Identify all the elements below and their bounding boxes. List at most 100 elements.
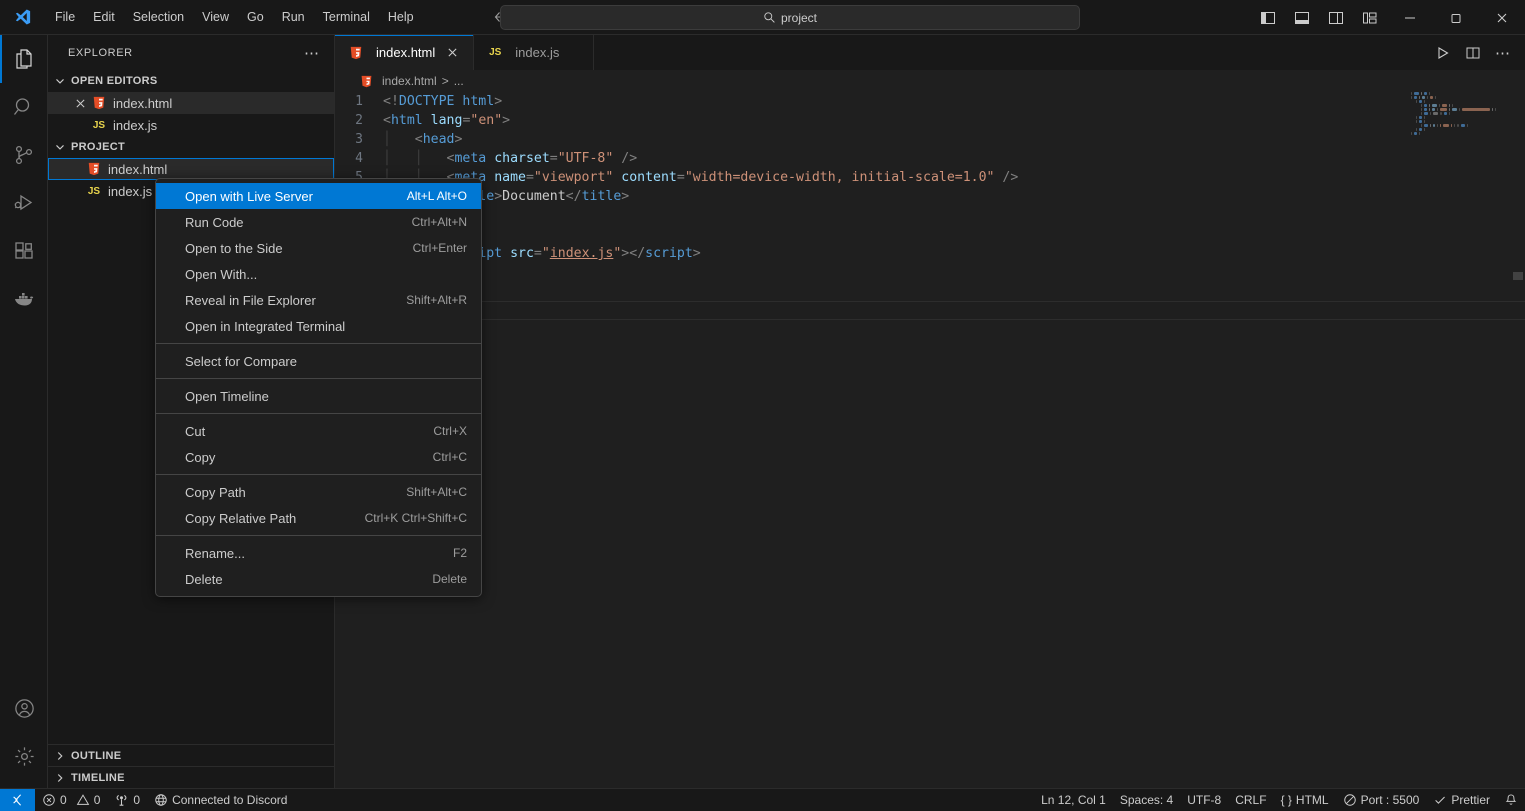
menu-item-select-for-compare[interactable]: Select for Compare bbox=[156, 348, 481, 374]
code-line[interactable]: 9│ │ <script src="index.js"></script> bbox=[335, 244, 1525, 263]
sidebar-item-run-and-debug[interactable] bbox=[0, 179, 48, 227]
toggle-secondary-sidebar-icon[interactable] bbox=[1319, 0, 1353, 35]
code-editor-content[interactable]: 1<!DOCTYPE html>2<html lang="en">3│ <hea… bbox=[335, 92, 1525, 788]
status-encoding[interactable]: UTF-8 bbox=[1180, 789, 1228, 811]
tab-index-js[interactable]: JS index.js bbox=[474, 35, 594, 70]
window-controls[interactable] bbox=[1251, 0, 1525, 35]
status-ports[interactable]: 0 bbox=[107, 789, 147, 811]
menu-item-copy-relative-path[interactable]: Copy Relative PathCtrl+K Ctrl+Shift+C bbox=[156, 505, 481, 531]
code-token[interactable]: index.js bbox=[550, 246, 614, 261]
minimap-token bbox=[1419, 120, 1422, 123]
menu-item-open-with-live-server[interactable]: Open with Live ServerAlt+L Alt+O bbox=[156, 183, 481, 209]
file-tree-item-index-html[interactable]: index.html bbox=[48, 158, 334, 180]
code-line[interactable]: 6│ │ <title>Document</title> bbox=[335, 187, 1525, 206]
menu-item-open-with[interactable]: Open With... bbox=[156, 261, 481, 287]
menu-run[interactable]: Run bbox=[274, 6, 313, 28]
ellipsis-icon[interactable]: ⋯ bbox=[298, 44, 326, 62]
file-label: index.js bbox=[108, 184, 152, 199]
section-project[interactable]: PROJECT bbox=[48, 136, 334, 158]
breadcrumb-file[interactable]: index.html bbox=[382, 74, 437, 88]
file-context-menu[interactable]: Open with Live ServerAlt+L Alt+ORun Code… bbox=[155, 178, 482, 597]
open-editor-index-html[interactable]: index.html bbox=[48, 92, 334, 114]
minimap-token bbox=[1449, 104, 1450, 107]
breadcrumb[interactable]: index.html > ... bbox=[335, 70, 1525, 92]
code-line[interactable]: 1<!DOCTYPE html> bbox=[335, 92, 1525, 111]
code-line[interactable]: 10│ </body> bbox=[335, 263, 1525, 282]
menu-item-open-to-the-side[interactable]: Open to the SideCtrl+Enter bbox=[156, 235, 481, 261]
status-indentation[interactable]: Spaces: 4 bbox=[1113, 789, 1180, 811]
menu-view[interactable]: View bbox=[194, 6, 237, 28]
scrollbar-thumb[interactable] bbox=[1513, 272, 1523, 280]
status-prettier[interactable]: Prettier bbox=[1426, 789, 1497, 811]
menu-item-run-code[interactable]: Run CodeCtrl+Alt+N bbox=[156, 209, 481, 235]
editor-tab-bar: index.html JS index.js ⋯ bbox=[335, 35, 1525, 70]
sidebar-item-explorer[interactable] bbox=[0, 35, 48, 83]
menu-bar[interactable]: File Edit Selection View Go Run Terminal… bbox=[46, 0, 423, 35]
sidebar-item-extensions[interactable] bbox=[0, 227, 48, 275]
section-label: PROJECT bbox=[71, 141, 125, 153]
menu-item-rename[interactable]: Rename...F2 bbox=[156, 540, 481, 566]
status-discord[interactable]: Connected to Discord bbox=[147, 789, 294, 811]
minimize-icon[interactable] bbox=[1387, 0, 1433, 35]
search-input[interactable]: project bbox=[500, 5, 1080, 30]
menu-help[interactable]: Help bbox=[380, 6, 422, 28]
code-line[interactable]: 4│ │ <meta charset="UTF-8" /> bbox=[335, 149, 1525, 168]
remote-window-icon[interactable] bbox=[0, 789, 35, 811]
sidebar-item-search[interactable] bbox=[0, 83, 48, 131]
split-editor-icon[interactable] bbox=[1459, 39, 1487, 67]
play-icon[interactable] bbox=[1429, 39, 1457, 67]
panel-label: OUTLINE bbox=[71, 750, 121, 762]
code-line[interactable]: 12 bbox=[335, 301, 1525, 320]
menu-item-cut[interactable]: CutCtrl+X bbox=[156, 418, 481, 444]
menu-item-copy[interactable]: CopyCtrl+C bbox=[156, 444, 481, 470]
minimap-line bbox=[1411, 128, 1511, 131]
status-live-server-port[interactable]: Port : 5500 bbox=[1336, 789, 1427, 811]
menu-item-copy-path[interactable]: Copy PathShift+Alt+C bbox=[156, 479, 481, 505]
panel-outline[interactable]: OUTLINE bbox=[48, 744, 335, 766]
menu-item-label: Copy bbox=[185, 450, 433, 465]
file-label: index.html bbox=[108, 162, 167, 177]
status-cursor-position[interactable]: Ln 12, Col 1 bbox=[1034, 789, 1113, 811]
menu-file[interactable]: File bbox=[47, 6, 83, 28]
code-line[interactable]: 5│ │ <meta name="viewport" content="widt… bbox=[335, 168, 1525, 187]
close-icon[interactable] bbox=[1479, 0, 1525, 35]
sidebar-item-docker[interactable] bbox=[0, 275, 48, 323]
menu-item-open-in-integrated-terminal[interactable]: Open in Integrated Terminal bbox=[156, 313, 481, 339]
toggle-panel-icon[interactable] bbox=[1285, 0, 1319, 35]
code-line[interactable]: 8│ <body> bbox=[335, 225, 1525, 244]
open-editor-index-js[interactable]: JS index.js bbox=[48, 114, 334, 136]
close-icon[interactable] bbox=[70, 98, 90, 109]
status-eol[interactable]: CRLF bbox=[1228, 789, 1273, 811]
menu-item-open-timeline[interactable]: Open Timeline bbox=[156, 383, 481, 409]
account-icon[interactable] bbox=[0, 684, 48, 732]
status-language-mode[interactable]: { } HTML bbox=[1274, 789, 1336, 811]
breadcrumb-tail[interactable]: ... bbox=[454, 74, 464, 88]
code-line[interactable]: 2<html lang="en"> bbox=[335, 111, 1525, 130]
minimap[interactable] bbox=[1411, 92, 1511, 788]
customize-layout-icon[interactable] bbox=[1353, 0, 1387, 35]
minimap-token bbox=[1430, 124, 1431, 127]
status-notifications[interactable] bbox=[1497, 789, 1525, 811]
code-line[interactable]: 3│ <head> bbox=[335, 130, 1525, 149]
section-open-editors[interactable]: OPEN EDITORS bbox=[48, 70, 334, 92]
toggle-primary-sidebar-icon[interactable] bbox=[1251, 0, 1285, 35]
menu-item-shortcut: Delete bbox=[432, 572, 467, 586]
menu-selection[interactable]: Selection bbox=[125, 6, 192, 28]
editor-scrollbar[interactable] bbox=[1511, 92, 1525, 788]
ellipsis-icon[interactable]: ⋯ bbox=[1489, 39, 1517, 67]
sidebar-item-source-control[interactable] bbox=[0, 131, 48, 179]
menu-item-reveal-in-file-explorer[interactable]: Reveal in File ExplorerShift+Alt+R bbox=[156, 287, 481, 313]
gear-icon[interactable] bbox=[0, 732, 48, 780]
menu-item-delete[interactable]: DeleteDelete bbox=[156, 566, 481, 592]
status-problems[interactable]: 0 0 bbox=[35, 789, 107, 811]
minimap-token bbox=[1443, 124, 1449, 127]
menu-go[interactable]: Go bbox=[239, 6, 272, 28]
maximize-icon[interactable] bbox=[1433, 0, 1479, 35]
code-line[interactable]: 11</html> bbox=[335, 282, 1525, 301]
tab-index-html[interactable]: index.html bbox=[335, 35, 474, 70]
menu-terminal[interactable]: Terminal bbox=[315, 6, 378, 28]
code-line[interactable]: 7│ </head> bbox=[335, 206, 1525, 225]
menu-edit[interactable]: Edit bbox=[85, 6, 123, 28]
panel-timeline[interactable]: TIMELINE bbox=[48, 766, 335, 788]
close-icon[interactable] bbox=[447, 47, 463, 58]
